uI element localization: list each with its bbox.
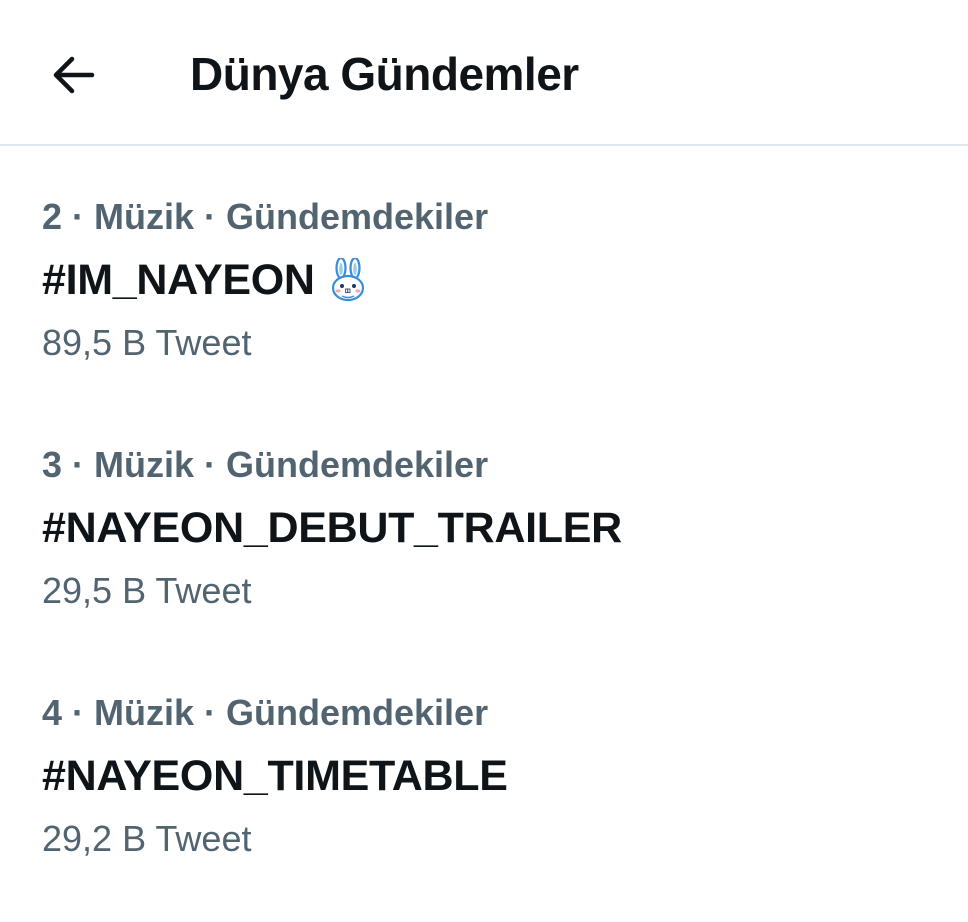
back-button[interactable] [40,42,106,108]
page-title: Dünya Gündemler [190,48,579,100]
arrow-left-icon [50,55,96,95]
trend-meta: 3 · Müzik · Gündemdekiler [42,444,489,485]
trend-meta: 4 · Müzik · Gündemdekiler [42,692,489,733]
tweet-count: 29,2 B Tweet [42,818,252,859]
trend-item[interactable]: 4 · Müzik · Gündemdekiler #NAYEON_TIMETA… [0,642,968,890]
trend-item[interactable]: 3 · Müzik · Gündemdekiler #NAYEON_DEBUT_… [0,394,968,642]
trend-name: #NAYEON_DEBUT_TRAILER [42,498,622,558]
trend-meta: 2 · Müzik · Gündemdekiler [42,196,489,237]
trend-hashtag: #NAYEON_DEBUT_TRAILER [42,504,622,552]
tweet-count: 89,5 B Tweet [42,322,252,363]
top-bar: Dünya Gündemler [0,0,968,146]
trend-hashtag: #IM_NAYEON [42,256,315,304]
tweet-count: 29,5 B Tweet [42,570,252,611]
trend-item[interactable]: 2 · Müzik · Gündemdekiler #IM_NAYEON 89,… [0,146,968,394]
trend-list: 2 · Müzik · Gündemdekiler #IM_NAYEON 89,… [0,146,968,890]
trend-name: #NAYEON_TIMETABLE [42,746,508,806]
trend-hashtag: #NAYEON_TIMETABLE [42,752,508,800]
bunny-icon [329,256,367,302]
trend-name: #IM_NAYEON [42,250,367,310]
